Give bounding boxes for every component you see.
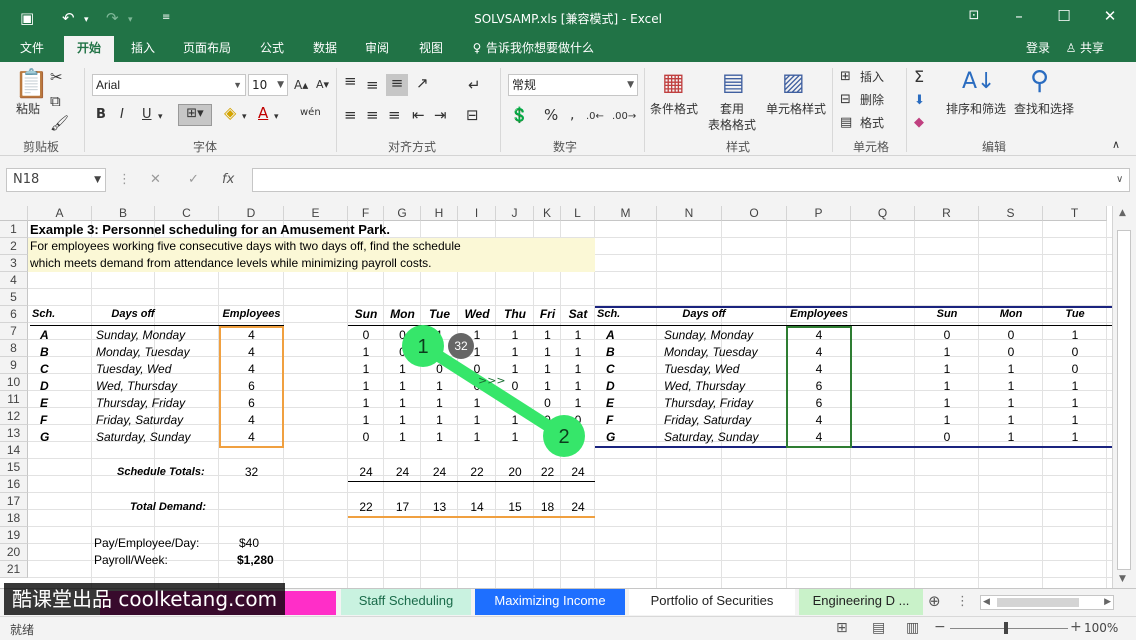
marker-1: 1 [417, 336, 429, 358]
drag-path [417, 340, 570, 442]
marker-2: 2 [558, 426, 570, 448]
selection-count-badge: 32 [454, 339, 468, 353]
status-ready: 就绪 [10, 623, 35, 637]
drag-arrow-glyphs: >>> [478, 374, 506, 387]
status-bar: 就绪 ⊞ ▤ ▥ − + 100% [0, 616, 1136, 640]
watermark: 酷课堂出品 coolketang.com [4, 583, 286, 615]
zoom-slider-track[interactable] [950, 628, 1068, 629]
zoom-out-icon[interactable]: − [934, 619, 946, 635]
sheet-tab[interactable]: Maximizing Income [475, 589, 625, 615]
excel-window: ▣ ↶ ▾ ↷ ▾ ≡ SOLVSAMP.xls [兼容模式] - Excel … [0, 0, 1136, 640]
new-sheet-icon[interactable]: ⊕ [928, 592, 941, 610]
sheet-tab[interactable]: Engineering D ... [799, 589, 923, 615]
horizontal-scrollbar[interactable]: ◀ ▶ [980, 595, 1114, 610]
scroll-left-icon[interactable]: ◀ [983, 596, 990, 609]
zoom-in-icon[interactable]: + [1070, 619, 1082, 635]
scroll-right-icon[interactable]: ▶ [1104, 596, 1111, 609]
sheet-tab[interactable]: Portfolio of Securities [629, 589, 795, 615]
page-layout-view-icon[interactable]: ▤ [872, 620, 885, 636]
page-break-view-icon[interactable]: ▥ [906, 620, 919, 636]
sheet-tab[interactable]: Staff Scheduling [341, 589, 471, 615]
zoom-slider-thumb[interactable] [1004, 622, 1008, 634]
normal-view-icon[interactable]: ⊞ [836, 620, 848, 636]
horizontal-scroll-thumb[interactable] [997, 598, 1079, 607]
zoom-level[interactable]: 100% [1084, 621, 1118, 635]
drag-overlay: >>> [402, 325, 585, 457]
tab-options-icon[interactable]: ⋮ [956, 594, 969, 609]
sheet-tab-bar: Staff Scheduling Maximizing Income Portfol… [0, 583, 1136, 616]
